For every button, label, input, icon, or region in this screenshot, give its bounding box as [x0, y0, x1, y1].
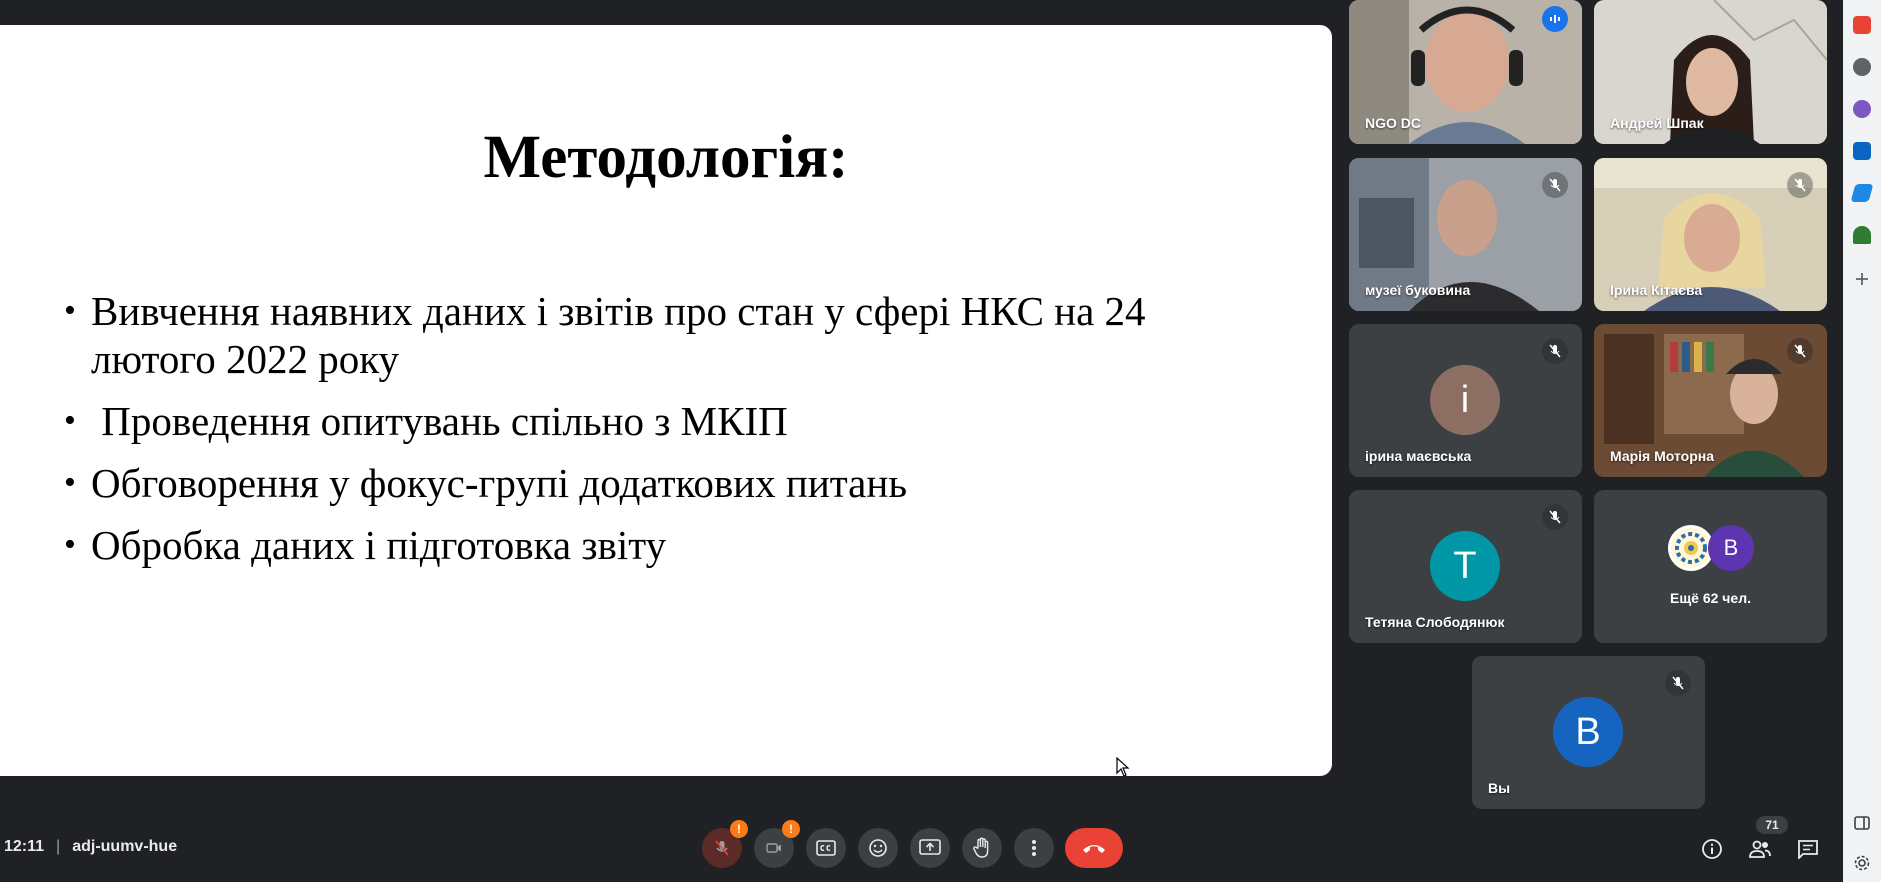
more-participants-tile[interactable]: B Ещё 62 чел.	[1594, 490, 1827, 643]
raise-hand-button[interactable]	[962, 828, 1002, 868]
participant-name: Андрей Шпак	[1610, 115, 1704, 131]
slide-bullet: • Проведення опитувань спільно з МКІП	[64, 397, 1244, 445]
bullet-text: Вивчення наявних даних і звітів про стан…	[91, 288, 1146, 382]
participants-count-badge: 71	[1756, 816, 1788, 834]
slide-title: Методологія:	[483, 124, 849, 191]
info-icon	[1702, 839, 1722, 859]
participant-tile[interactable]: Ірина Кітаєва	[1594, 158, 1827, 311]
avatar-initial: i	[1460, 378, 1470, 421]
bullet-marker: •	[64, 526, 76, 563]
tree-icon[interactable]	[1853, 226, 1871, 244]
slide-bullet: • Вивчення наявних даних і звітів про ст…	[64, 287, 1244, 383]
present-screen-icon	[919, 839, 941, 855]
chat-button[interactable]	[1793, 834, 1823, 864]
participants-button[interactable]	[1745, 834, 1775, 864]
clock: 12:11	[4, 838, 45, 855]
participant-tile[interactable]: T Тетяна Слободянюк	[1349, 490, 1582, 643]
separator: |	[56, 838, 61, 855]
outlook-icon[interactable]	[1853, 142, 1871, 160]
warning-badge: !	[782, 820, 800, 838]
meeting-details-button[interactable]	[1697, 834, 1727, 864]
participant-avatar: B	[1708, 525, 1754, 571]
presentation-slide: Методологія: • Вивчення наявних даних і …	[0, 25, 1332, 776]
participant-tile[interactable]: музеї буковина	[1349, 158, 1582, 311]
contacts-icon[interactable]	[1853, 58, 1871, 76]
shopping-bag-icon[interactable]	[1853, 16, 1871, 34]
participant-tile[interactable]: i ірина маєвська	[1349, 324, 1582, 477]
participant-tile[interactable]: Андрей Шпак	[1594, 0, 1827, 144]
slide-bullet: • Обговорення у фокус-групі додаткових п…	[64, 459, 1244, 507]
participant-name: ірина маєвська	[1365, 448, 1472, 464]
bullet-text: Обробка даних і підготовка звіту	[91, 522, 667, 568]
bullet-marker: •	[64, 402, 76, 439]
participant-name: музеї буковина	[1365, 282, 1471, 298]
avatar-initial: T	[1453, 544, 1477, 587]
meeting-info: 12:11 | adj-uumv-hue	[4, 838, 177, 856]
reactions-button[interactable]	[858, 828, 898, 868]
more-options-button[interactable]	[1014, 828, 1054, 868]
mouse-cursor-icon	[1116, 757, 1130, 776]
captions-button[interactable]	[806, 828, 846, 868]
bullet-marker: •	[64, 292, 76, 329]
mic-off-icon	[715, 840, 729, 856]
mic-muted-icon	[1542, 504, 1568, 530]
send-icon[interactable]	[1850, 184, 1874, 202]
mic-muted-icon	[1542, 338, 1568, 364]
more-vert-icon	[1032, 840, 1036, 856]
more-participants-label: Ещё 62 чел.	[1670, 590, 1751, 606]
avatar-initial: B	[1575, 710, 1601, 753]
bullet-marker: •	[64, 464, 76, 501]
chat-icon	[1798, 840, 1818, 859]
participant-name: Марія Моторна	[1610, 448, 1715, 464]
slide-bullet: • Обробка даних і підготовка звіту	[64, 521, 1244, 569]
camera-toggle-button[interactable]: !	[754, 820, 800, 868]
speaking-indicator-icon	[1542, 6, 1568, 32]
participant-tile[interactable]: NGO DC	[1349, 0, 1582, 144]
self-tile[interactable]: B Вы	[1472, 656, 1705, 809]
sidebar-toggle-icon[interactable]	[1853, 814, 1871, 832]
end-call-button[interactable]	[1065, 828, 1123, 868]
people-icon	[1749, 840, 1771, 858]
emoji-icon	[869, 839, 887, 857]
present-screen-button[interactable]	[910, 828, 950, 868]
participant-avatar: i	[1430, 365, 1500, 435]
slide-bullets: • Вивчення наявних даних і звітів про ст…	[64, 287, 1244, 583]
mic-muted-icon	[1787, 172, 1813, 198]
copilot-icon[interactable]	[1853, 100, 1871, 118]
warning-badge: !	[730, 820, 748, 838]
mic-toggle-button[interactable]: !	[702, 820, 748, 868]
self-avatar: B	[1553, 697, 1623, 767]
captions-icon	[816, 840, 836, 856]
mic-muted-icon	[1665, 670, 1691, 696]
mic-muted-icon	[1787, 338, 1813, 364]
meeting-code: adj-uumv-hue	[72, 838, 178, 855]
participant-name: Вы	[1488, 780, 1511, 796]
hang-up-icon	[1083, 845, 1105, 853]
participant-name: NGO DC	[1365, 115, 1421, 131]
participant-tile[interactable]: Марія Моторна	[1594, 324, 1827, 477]
mic-muted-icon	[1542, 172, 1568, 198]
browser-side-panel	[1843, 0, 1881, 882]
participant-avatar: T	[1430, 531, 1500, 601]
bullet-text: Проведення опитувань спільно з МКІП	[91, 398, 788, 444]
avatar-initial: B	[1723, 535, 1739, 560]
hand-icon	[973, 837, 989, 858]
camera-off-icon	[766, 843, 781, 853]
add-icon[interactable]	[1853, 270, 1871, 288]
participant-name: Ірина Кітаєва	[1610, 282, 1703, 298]
bullet-text: Обговорення у фокус-групі додаткових пит…	[91, 460, 908, 506]
settings-gear-icon[interactable]	[1853, 854, 1871, 872]
participant-name: Тетяна Слободянюк	[1365, 614, 1505, 630]
